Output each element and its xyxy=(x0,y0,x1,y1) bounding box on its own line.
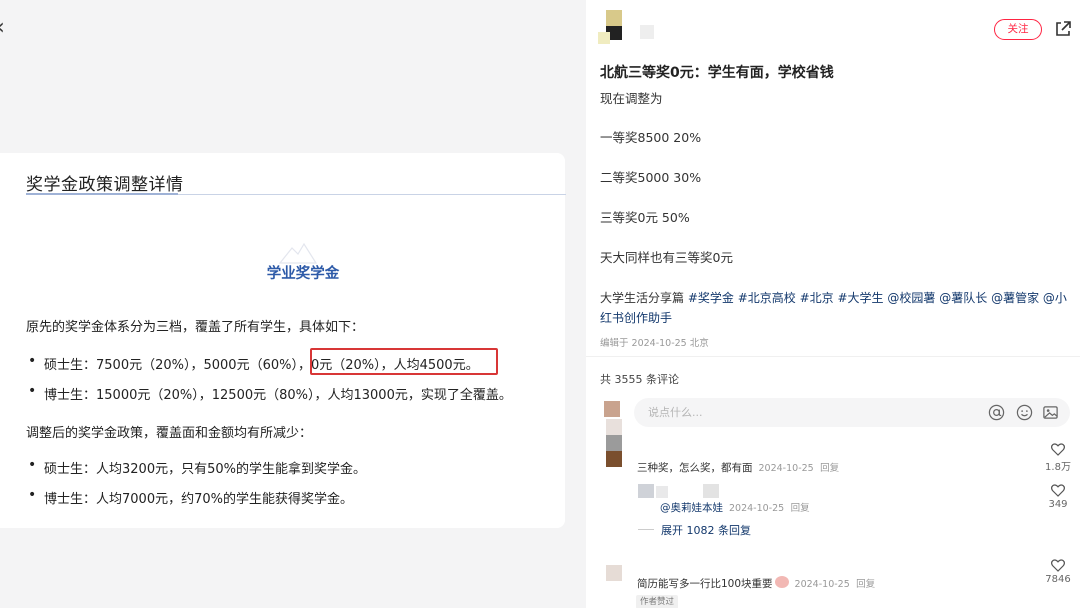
author-name-blurred[interactable] xyxy=(640,25,654,39)
edit-timestamp: 编辑于 2024-10-25 北京 xyxy=(600,338,709,349)
hashtag-link[interactable]: #大学生 xyxy=(838,291,884,305)
post-tags: 大学生活分享篇 #奖学金 #北京高校 #北京 #大学生 @校园薯 @薯队长 @薯… xyxy=(600,288,1070,328)
list-item: 硕士生：人均3200元，只有50%的学生能拿到奖学金。 xyxy=(28,457,366,477)
highlight-box xyxy=(310,348,498,375)
post-line: 一等奖8500 20% xyxy=(600,130,702,145)
mountain-decoration-icon xyxy=(278,242,318,264)
post-pane: 关注 北航三等奖0元：学生有面，学校省钱 现在调整为 一等奖8500 20% 二… xyxy=(586,0,1080,608)
author-avatar[interactable] xyxy=(598,10,622,44)
article-pane: ‹ 奖学金政策调整详情 学业奖学金 原先的奖学金体系分为三档，覆盖了所有学生，具… xyxy=(0,0,586,608)
my-avatar xyxy=(604,401,620,417)
post-line: 二等奖5000 30% xyxy=(600,170,702,185)
comment-count: 共 3555 条评论 xyxy=(600,373,679,386)
share-icon[interactable] xyxy=(1053,19,1073,39)
comment-date: 2024-10-25 xyxy=(758,463,814,474)
heart-icon xyxy=(1051,443,1065,456)
avatar[interactable] xyxy=(606,565,622,581)
comment-text: 三种奖，怎么奖，都有面 xyxy=(637,462,753,474)
emoji-icon[interactable] xyxy=(1016,404,1033,421)
reply-button[interactable]: 回复 xyxy=(820,463,839,474)
tags-prefix: 大学生活分享篇 xyxy=(600,291,688,305)
post-line: 天大同样也有三等奖0元 xyxy=(600,250,733,265)
comment-text: @奥莉娃本娃 xyxy=(660,502,723,514)
follow-button[interactable]: 关注 xyxy=(994,19,1042,40)
heart-icon xyxy=(1051,559,1065,572)
at-icon[interactable] xyxy=(988,404,1005,421)
like-button[interactable]: 1.8万 xyxy=(1043,443,1073,473)
reply-button[interactable]: 回复 xyxy=(791,503,810,514)
avatar xyxy=(606,451,622,467)
back-button[interactable]: ‹ xyxy=(0,14,20,42)
like-count: 349 xyxy=(1048,499,1068,510)
post-line: 现在调整为 xyxy=(600,91,663,106)
mention-link[interactable]: @薯管家 xyxy=(991,291,1039,305)
list-item-text: 硕士生：人均3200元，只有50%的学生能拿到奖学金。 xyxy=(44,462,366,477)
like-count: 7846 xyxy=(1045,574,1071,585)
avatar[interactable] xyxy=(638,484,654,498)
comment-text: 简历能写多一行比100块重要 xyxy=(637,578,773,590)
heart-icon xyxy=(1051,484,1065,497)
list-item-text: 博士生：15000元（20%），12500元（80%），人均13000元，实现了… xyxy=(44,388,512,403)
list-item: 博士生：人均7000元，约70%的学生能获得奖学金。 xyxy=(28,487,353,507)
author-name-blurred xyxy=(656,486,668,498)
divider xyxy=(586,356,1080,357)
avatar[interactable] xyxy=(606,435,622,451)
image-icon[interactable] xyxy=(1042,404,1059,421)
emoji-sticker-icon xyxy=(774,576,789,588)
expand-replies-button[interactable]: 展开 1082 条回复 xyxy=(661,522,751,538)
author-liked-badge: 作者赞过 xyxy=(636,595,679,608)
reply-button[interactable]: 回复 xyxy=(856,579,875,590)
hashtag-link[interactable]: #北京 xyxy=(800,291,834,305)
intro-paragraph: 原先的奖学金体系分为三档，覆盖了所有学生，具体如下： xyxy=(26,320,365,335)
post-line: 三等奖0元 50% xyxy=(600,210,690,225)
list-item-text: 博士生：人均7000元，约70%的学生能获得奖学金。 xyxy=(44,492,353,507)
chevron-left-icon: ‹ xyxy=(0,15,5,40)
expand-divider xyxy=(638,529,654,530)
comment-date: 2024-10-25 xyxy=(794,579,850,590)
hashtag-link[interactable]: #北京高校 xyxy=(738,291,796,305)
section-heading: 学业奖学金 xyxy=(266,266,340,282)
title-divider-accent xyxy=(26,193,178,195)
like-button[interactable]: 7846 xyxy=(1043,559,1073,585)
comment-input-container[interactable] xyxy=(634,398,1070,427)
list-item: 博士生：15000元（20%），12500元（80%），人均13000元，实现了… xyxy=(28,383,512,403)
post-title: 北航三等奖0元：学生有面，学校省钱 xyxy=(600,65,834,81)
hashtag-link[interactable]: #奖学金 xyxy=(688,291,734,305)
like-count: 1.8万 xyxy=(1045,462,1071,473)
comment-input[interactable] xyxy=(648,398,968,427)
like-button[interactable]: 349 xyxy=(1043,484,1073,510)
author-name-blurred xyxy=(703,484,719,498)
comment-date: 2024-10-25 xyxy=(729,503,785,514)
mention-link[interactable]: @薯队长 xyxy=(939,291,987,305)
avatar xyxy=(606,419,622,435)
mention-link[interactable]: @校园薯 xyxy=(887,291,935,305)
card-title: 奖学金政策调整详情 xyxy=(26,175,184,195)
adjusted-intro: 调整后的奖学金政策，覆盖面和金额均有所减少： xyxy=(26,426,313,441)
